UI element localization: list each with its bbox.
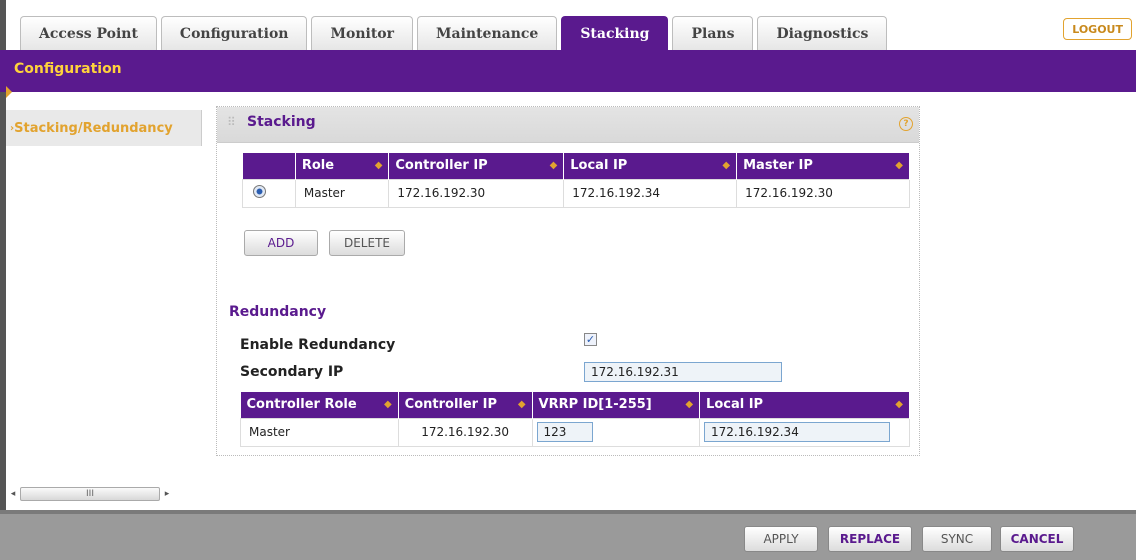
apply-button[interactable]: APPLY — [744, 526, 818, 552]
local-ip-field[interactable]: 172.16.192.34 — [704, 422, 891, 442]
drag-grip-icon: ⠿ — [227, 115, 236, 129]
stacking-table: Role ◆ Controller IP ◆ Local IP ◆ Master IP… — [242, 153, 910, 208]
column-header-controller-ip[interactable]: Controller IP ◆ — [398, 392, 533, 418]
table-row[interactable]: Master 172.16.192.30 172.16.192.34 172.1… — [242, 178, 910, 208]
cell-master-ip: 172.16.192.30 — [736, 178, 910, 208]
scroll-right-icon[interactable]: ▸ — [160, 489, 174, 499]
tab-maintenance[interactable]: Maintenance — [417, 16, 558, 50]
sync-button[interactable]: SYNC — [922, 526, 992, 552]
table-row: Master 172.16.192.30 123 172.16.192.34 — [240, 417, 910, 447]
sort-icon: ◆ — [549, 160, 558, 171]
sort-icon: ◆ — [517, 399, 526, 410]
sort-icon: ◆ — [895, 160, 903, 171]
cell-role: Master — [294, 178, 390, 208]
sort-icon: ◆ — [383, 399, 392, 410]
column-header-role[interactable]: Role ◆ — [295, 153, 390, 179]
sidebar-item-stacking-redundancy[interactable]: › Stacking/Redundancy — [6, 110, 202, 146]
enable-redundancy-checkbox[interactable]: ✓ — [584, 333, 597, 346]
tab-diagnostics[interactable]: Diagnostics — [757, 16, 888, 50]
scroll-thumb[interactable]: III — [20, 487, 160, 501]
left-frame-border — [0, 92, 6, 510]
main-tabs: Access Point Configuration Monitor Maint… — [20, 16, 888, 50]
panel-header: ⠿ Stacking ? — [217, 107, 919, 143]
cell-controller-role: Master — [240, 417, 399, 447]
tab-plans[interactable]: Plans — [672, 16, 754, 50]
cancel-button[interactable]: CANCEL — [1000, 526, 1074, 552]
column-header-local-ip[interactable]: Local IP ◆ — [699, 392, 910, 418]
sort-icon: ◆ — [374, 160, 383, 171]
scroll-left-icon[interactable]: ◂ — [6, 489, 20, 499]
help-icon[interactable]: ? — [899, 117, 913, 131]
add-button[interactable]: ADD — [244, 230, 318, 256]
tab-access-point[interactable]: Access Point — [20, 16, 157, 50]
cell-controller-ip: 172.16.192.30 — [388, 178, 565, 208]
select-column-header — [242, 153, 296, 179]
row-select-radio[interactable] — [253, 185, 266, 198]
replace-button[interactable]: REPLACE — [828, 526, 912, 552]
tab-monitor[interactable]: Monitor — [311, 16, 413, 50]
vrrp-id-field[interactable]: 123 — [536, 422, 593, 442]
sort-icon: ◆ — [685, 399, 694, 410]
cell-controller-ip: 172.16.192.30 — [397, 417, 533, 447]
secondary-ip-label: Secondary IP — [240, 364, 344, 380]
column-header-controller-ip[interactable]: Controller IP ◆ — [388, 153, 565, 179]
tab-stacking[interactable]: Stacking — [561, 16, 669, 50]
column-header-vrrp-id[interactable]: VRRP ID[1-255] ◆ — [532, 392, 701, 418]
sort-icon: ◆ — [722, 160, 731, 171]
top-nav-bar: Access Point Configuration Monitor Maint… — [0, 0, 1136, 50]
sort-icon: ◆ — [895, 399, 903, 410]
sidebar-item-label: Stacking/Redundancy — [14, 120, 173, 136]
tab-configuration[interactable]: Configuration — [160, 16, 308, 50]
logout-button[interactable]: LOGOUT — [1063, 18, 1132, 40]
sub-nav-bar: Configuration — [0, 50, 1136, 98]
redundancy-table: Controller Role ◆ Controller IP ◆ VRRP ID[… — [240, 392, 910, 447]
subnav-pointer — [6, 86, 12, 98]
redundancy-title: Redundancy — [229, 304, 327, 320]
column-header-local-ip[interactable]: Local IP ◆ — [563, 153, 738, 179]
cell-local-ip: 172.16.192.34 — [563, 178, 738, 208]
column-header-controller-role[interactable]: Controller Role ◆ — [240, 392, 399, 418]
enable-redundancy-label: Enable Redundancy — [240, 337, 396, 353]
secondary-ip-field[interactable]: 172.16.192.31 — [584, 362, 782, 382]
panel-title: Stacking — [247, 114, 316, 130]
delete-button[interactable]: DELETE — [329, 230, 405, 256]
horizontal-scrollbar[interactable]: ◂ III ▸ — [6, 486, 186, 502]
footer-bar: APPLY REPLACE SYNC CANCEL — [0, 510, 1136, 560]
column-header-master-ip[interactable]: Master IP ◆ — [736, 153, 910, 179]
subnav-configuration[interactable]: Configuration — [14, 61, 122, 77]
